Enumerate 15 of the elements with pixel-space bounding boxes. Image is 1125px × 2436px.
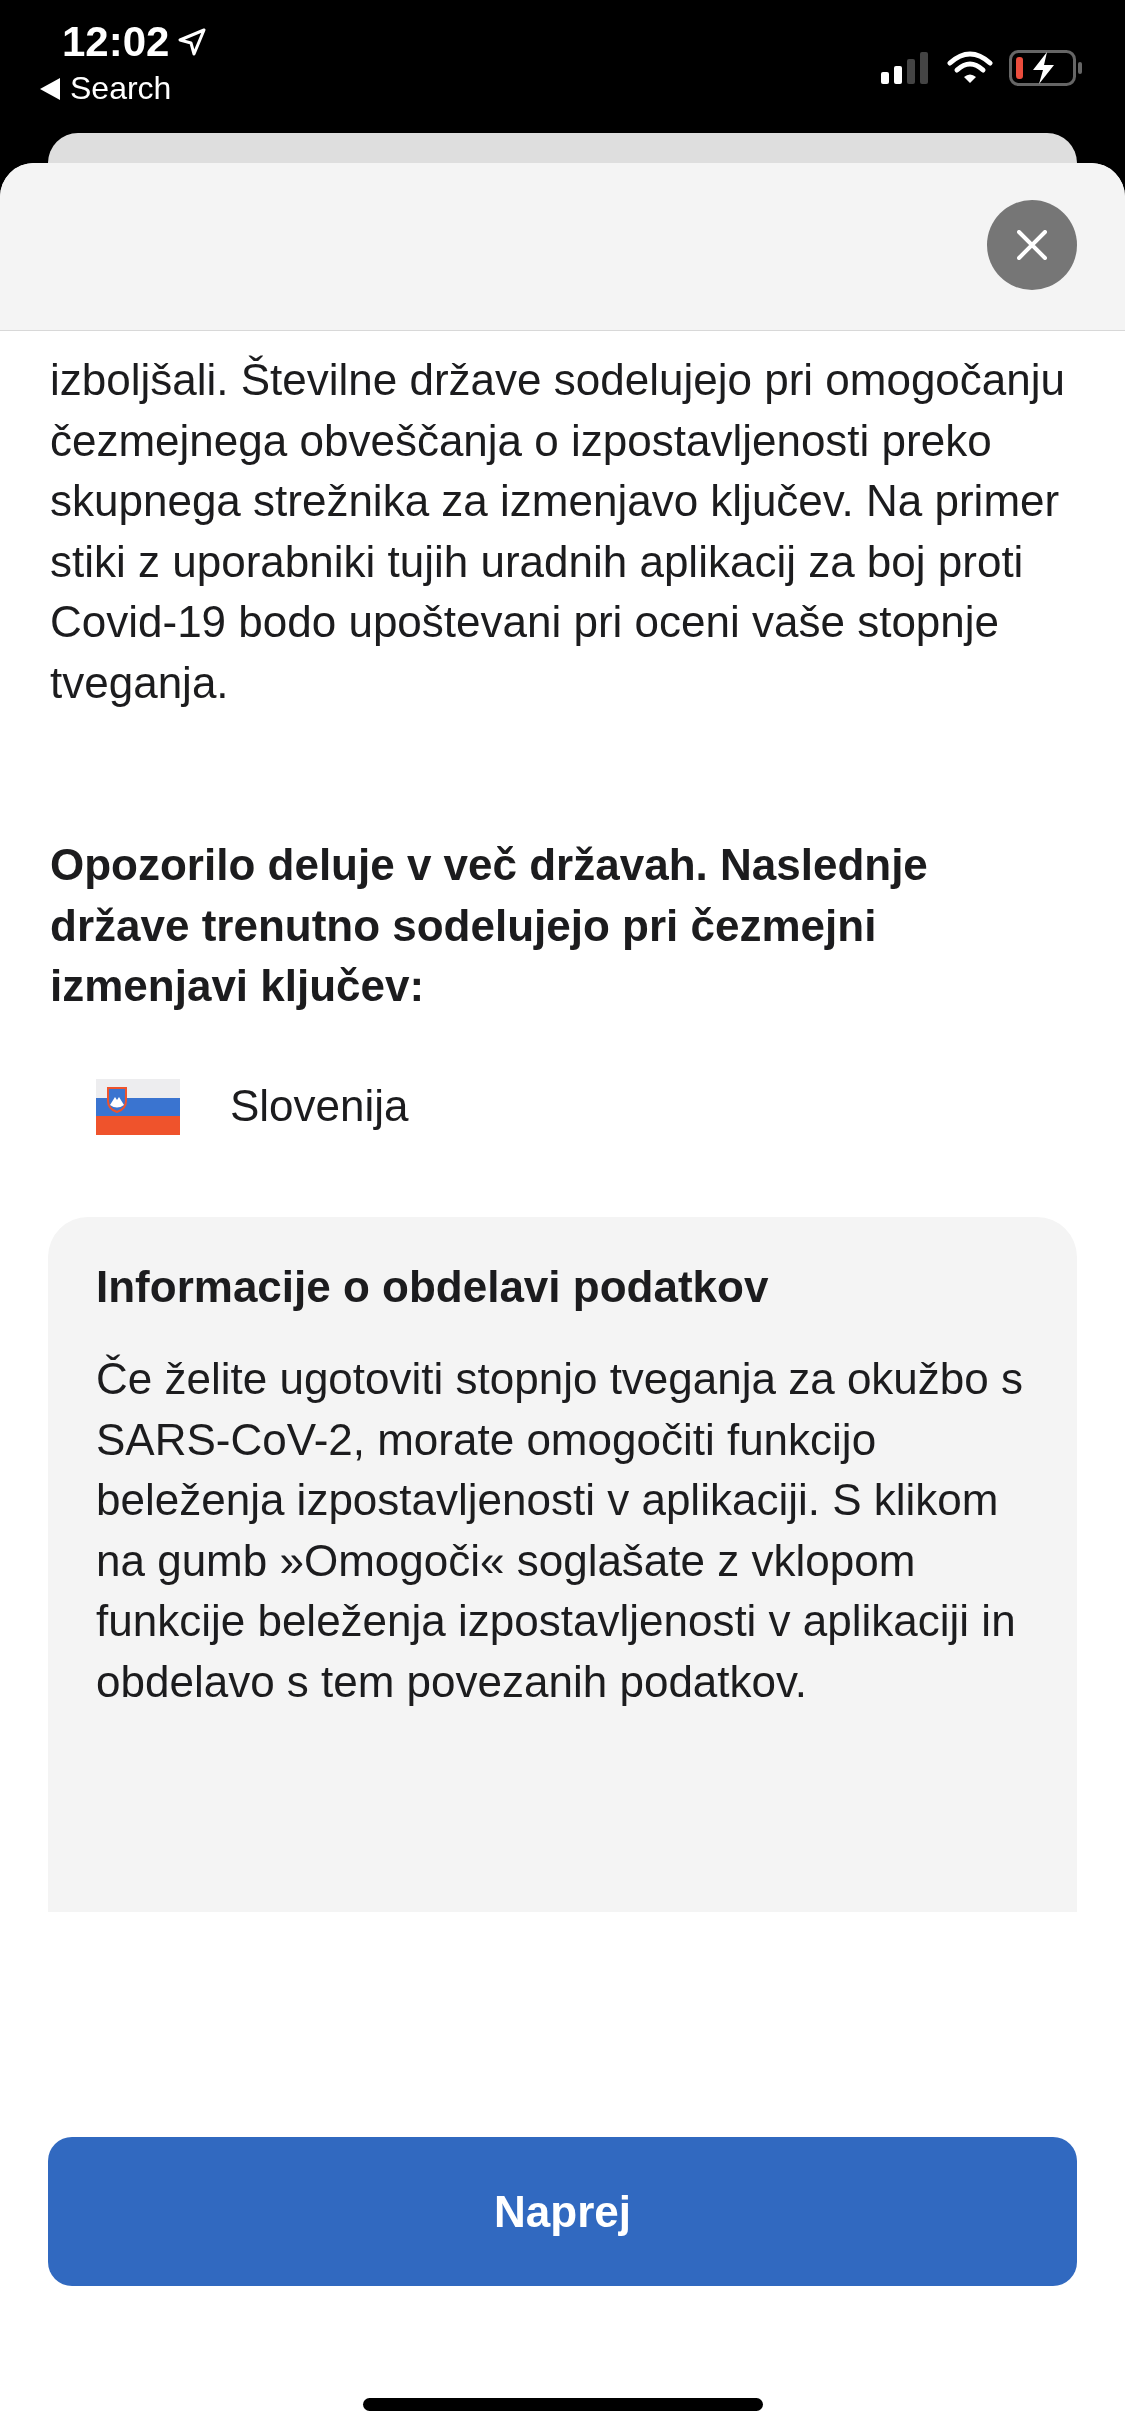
section-heading: Opozorilo deluje v več državah. Naslednje države trenutno sodelujejo pri čezmejni izmenjavi ključev:: [50, 839, 929, 1012]
next-button[interactable]: Naprej: [48, 2137, 1077, 2286]
card-paragraph: Če želite ugotoviti stopnjo tveganja za okužbo s SARS-CoV-2, morate omogočiti funkcijo beleženja izpostavljenosti v aplikaciji. S klikom na gumb »Omogoči« soglašate z vklopom funkcije beleženja izpostavljenosti v aplikaciji in obdelavo s tem povezanih podatkov.: [96, 1353, 1024, 1708]
card-title: Informacije o obdelavi podatkov: [96, 1260, 770, 1313]
location-arrow-icon: [177, 27, 208, 57]
back-triangle-icon: [40, 77, 60, 100]
clock-time: 12:02: [62, 18, 170, 66]
close-icon: [1017, 229, 1047, 260]
signal-icon: [881, 52, 931, 84]
country-name: Slovenija: [230, 1080, 409, 1133]
back-link[interactable]: Search: [40, 70, 208, 107]
battery-charging-icon: [1009, 50, 1083, 86]
body-paragraph: izboljšali. Številne države sodelujejo pri omogočanju čezmejnega obveščanja o izpostavljenosti preko skupnega strežnika za izmenjavo ključev. Na primer stiki z uporabniki tujih uradnih aplikacij za boj proti Covid-19 bodo upoštevani pri oceni vaše stopnje tveganja.: [50, 354, 1066, 709]
flag-icon: [96, 1078, 180, 1135]
wifi-icon: [947, 51, 993, 85]
